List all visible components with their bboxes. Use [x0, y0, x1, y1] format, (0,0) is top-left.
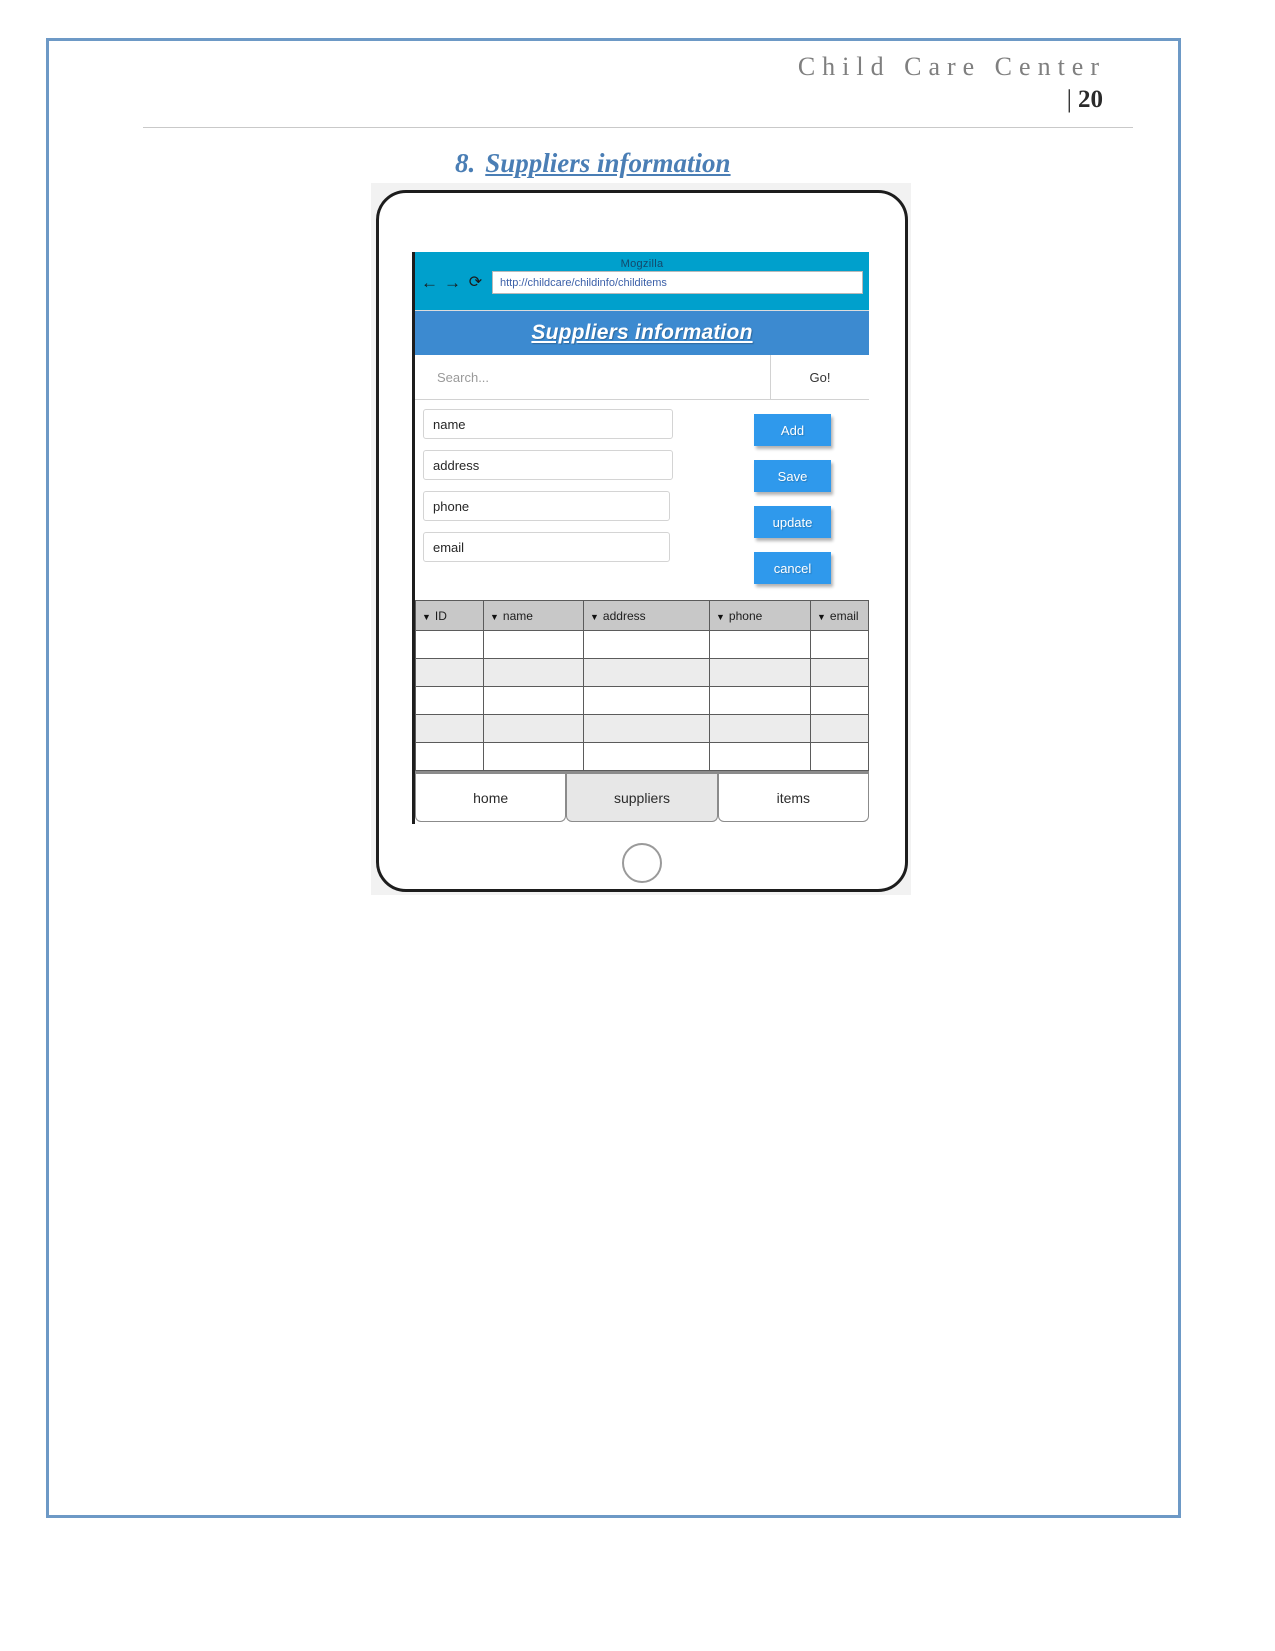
- page-number-value: 20: [1078, 86, 1103, 113]
- page-title: 8. Suppliers information: [455, 148, 731, 179]
- section-number: 8.: [455, 148, 476, 178]
- column-header-label: ID: [434, 608, 447, 623]
- address-field[interactable]: [423, 450, 673, 480]
- form-field-group: [423, 409, 673, 573]
- table-cell: [415, 686, 484, 715]
- chevron-down-icon: ▼: [590, 611, 599, 622]
- table-cell: [709, 630, 811, 659]
- search-input[interactable]: [415, 355, 771, 399]
- app-header: Suppliers information: [415, 310, 869, 355]
- chevron-down-icon: ▼: [817, 611, 826, 622]
- app-title: Suppliers information: [531, 321, 753, 344]
- name-field[interactable]: [423, 409, 673, 439]
- column-header-label: name: [502, 608, 533, 623]
- page-number-separator: |: [1066, 86, 1072, 113]
- table-cell: [415, 658, 484, 687]
- table-row[interactable]: [415, 658, 869, 687]
- search-row: Go!: [415, 355, 869, 400]
- table-cell: [810, 714, 869, 743]
- table-cell: [583, 686, 710, 715]
- bottom-tab-bar: home suppliers items: [415, 771, 869, 822]
- tab-suppliers[interactable]: suppliers: [566, 774, 718, 822]
- column-header-phone[interactable]: ▼ phone: [709, 600, 811, 631]
- table-cell: [709, 658, 811, 687]
- table-cell: [483, 742, 584, 771]
- back-arrow-icon[interactable]: ←: [421, 274, 438, 291]
- document-header: Child Care Center | 20: [100, 50, 1130, 116]
- table-body: [415, 630, 869, 771]
- supplier-form: Add Save update cancel: [415, 400, 869, 600]
- phone-field[interactable]: [423, 491, 670, 521]
- save-button[interactable]: Save: [754, 460, 831, 492]
- chevron-down-icon: ▼: [422, 611, 431, 622]
- column-header-name[interactable]: ▼ name: [483, 600, 584, 631]
- table-row[interactable]: [415, 630, 869, 659]
- browser-chrome: Mogzilla ← → ⟳ http://childcare/childinf…: [415, 252, 869, 310]
- table-cell: [810, 686, 869, 715]
- column-header-label: phone: [728, 608, 763, 623]
- column-header-label: email: [829, 608, 859, 623]
- column-header-id[interactable]: ▼ ID: [415, 600, 484, 631]
- table-cell: [483, 714, 584, 743]
- email-field[interactable]: [423, 532, 670, 562]
- table-cell: [415, 630, 484, 659]
- table-cell: [810, 742, 869, 771]
- form-button-group: Add Save update cancel: [754, 414, 831, 598]
- table-cell: [415, 714, 484, 743]
- url-bar[interactable]: http://childcare/childinfo/childitems: [492, 271, 863, 294]
- table-cell: [709, 714, 811, 743]
- tablet-home-button[interactable]: [622, 843, 662, 883]
- document-header-title: Child Care Center: [797, 52, 1106, 81]
- section-title: Suppliers information: [485, 148, 731, 178]
- column-header-address[interactable]: ▼ address: [583, 600, 710, 631]
- table-header-row: ▼ ID ▼ name ▼ address ▼ phone ▼ email: [415, 600, 869, 631]
- table-cell: [583, 658, 710, 687]
- cancel-button[interactable]: cancel: [754, 552, 831, 584]
- table-cell: [583, 714, 710, 743]
- table-cell: [810, 658, 869, 687]
- table-row[interactable]: [415, 714, 869, 743]
- chevron-down-icon: ▼: [716, 611, 725, 622]
- browser-nav-row: ← → ⟳ http://childcare/childinfo/childit…: [415, 270, 869, 294]
- table-cell: [483, 658, 584, 687]
- tab-home[interactable]: home: [415, 774, 567, 822]
- search-go-button[interactable]: Go!: [771, 355, 869, 399]
- column-header-email[interactable]: ▼ email: [810, 600, 869, 631]
- table-cell: [709, 686, 811, 715]
- table-cell: [709, 742, 811, 771]
- add-button[interactable]: Add: [754, 414, 831, 446]
- browser-title: Mogzilla: [620, 258, 664, 270]
- document-header-rule: [143, 127, 1133, 128]
- suppliers-table: ▼ ID ▼ name ▼ address ▼ phone ▼ email: [415, 600, 869, 771]
- update-button[interactable]: update: [754, 506, 831, 538]
- reload-icon[interactable]: ⟳: [467, 274, 484, 291]
- browser-window: Mogzilla ← → ⟳ http://childcare/childinf…: [412, 252, 869, 824]
- table-cell: [415, 742, 484, 771]
- column-header-label: address: [602, 608, 646, 623]
- table-cell: [483, 630, 584, 659]
- table-cell: [583, 630, 710, 659]
- tab-items[interactable]: items: [717, 774, 869, 822]
- chevron-down-icon: ▼: [490, 611, 499, 622]
- forward-arrow-icon[interactable]: →: [444, 274, 461, 291]
- table-cell: [583, 742, 710, 771]
- table-row[interactable]: [415, 686, 869, 715]
- table-cell: [483, 686, 584, 715]
- table-cell: [810, 630, 869, 659]
- table-row[interactable]: [415, 742, 869, 771]
- document-page-number: | 20: [100, 84, 1130, 116]
